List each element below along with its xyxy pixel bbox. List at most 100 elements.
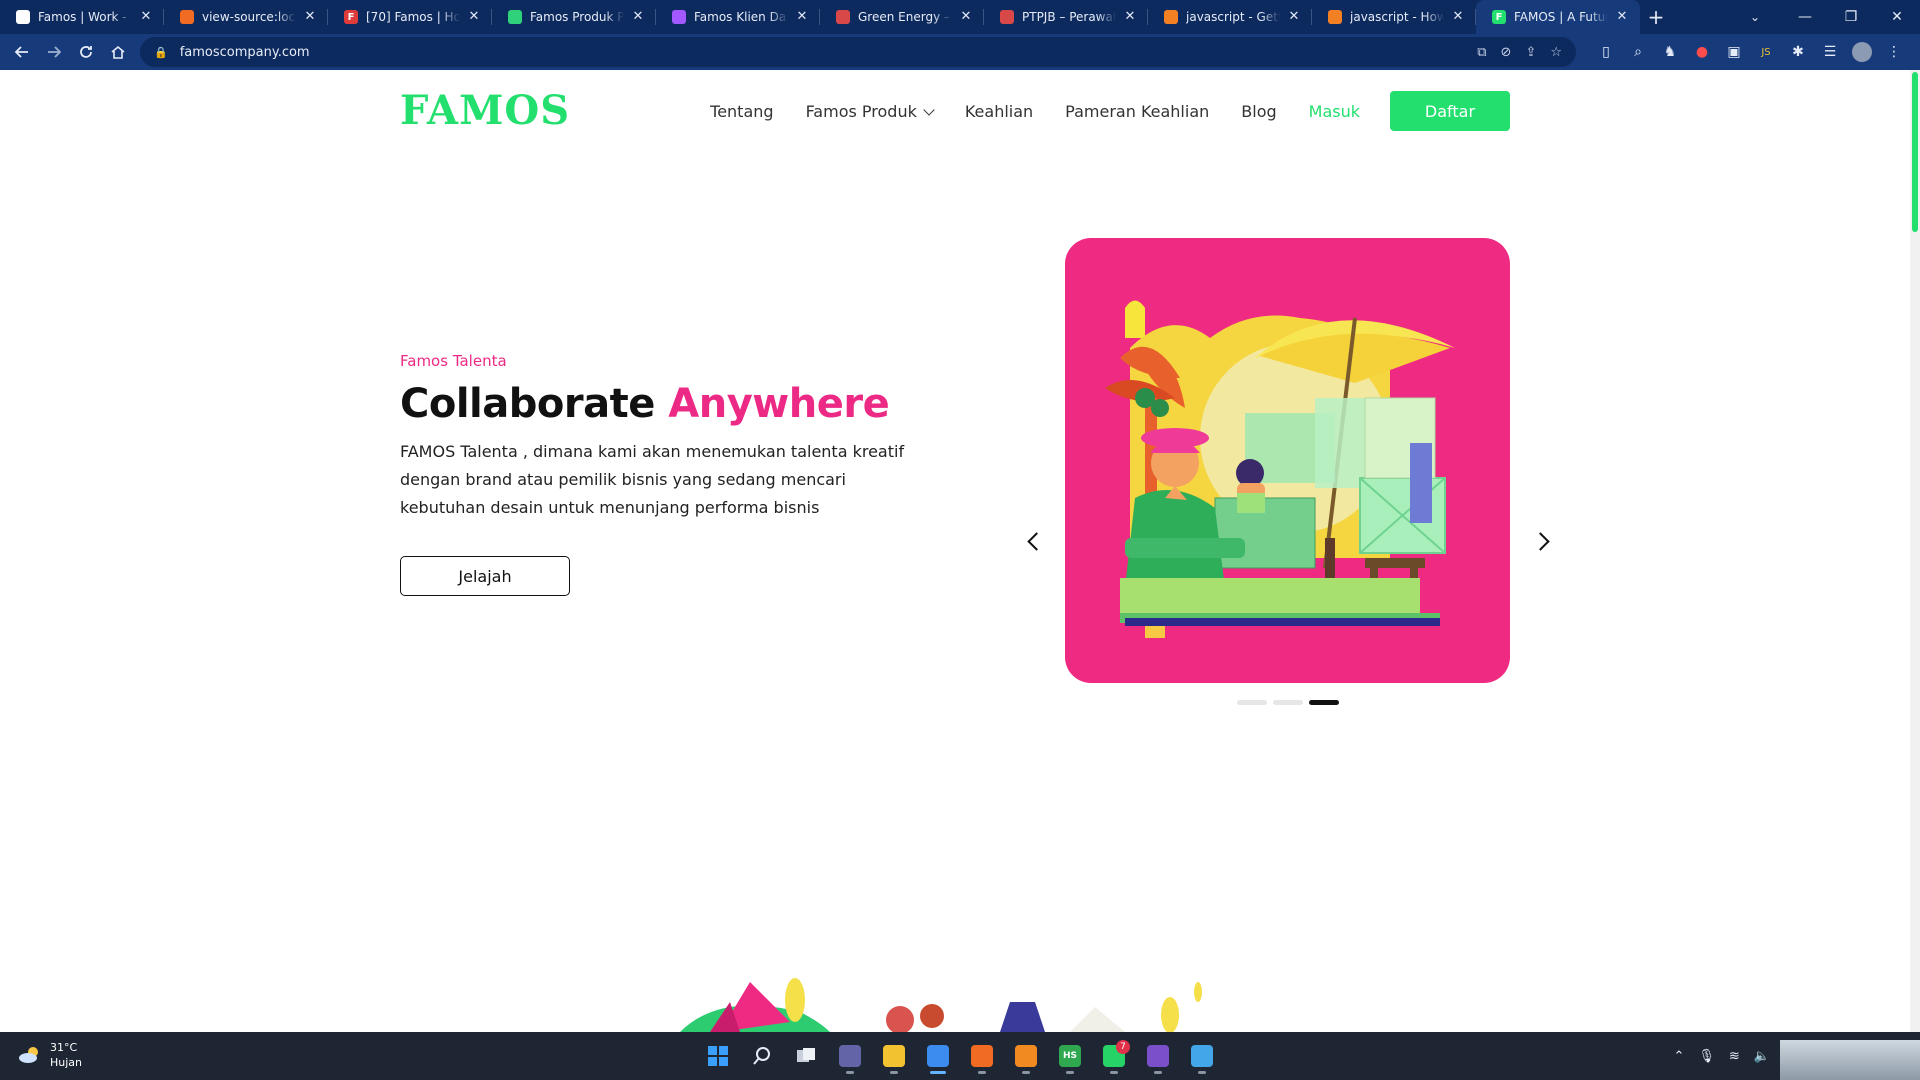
- carousel-dot[interactable]: [1309, 700, 1339, 705]
- close-window-button[interactable]: ✕: [1874, 0, 1920, 34]
- weather-condition: Hujan: [50, 1056, 83, 1069]
- speaker-icon[interactable]: 🔈: [1754, 1049, 1770, 1064]
- translate-icon[interactable]: ⧉: [1477, 45, 1486, 60]
- tab-title: Famos Produk Prototype: [530, 10, 624, 24]
- wifi-icon[interactable]: ≋: [1729, 1049, 1740, 1064]
- carousel-dot[interactable]: [1237, 700, 1267, 705]
- browser-menu-icon[interactable]: ⋮: [1884, 44, 1904, 60]
- extension-red-icon[interactable]: ●: [1692, 44, 1712, 60]
- carousel-slide: [1065, 238, 1510, 683]
- login-link[interactable]: Masuk: [1309, 102, 1360, 121]
- scrollbar-thumb[interactable]: [1912, 72, 1918, 232]
- browser-tab[interactable]: javascript - Getting ✕: [1148, 0, 1312, 34]
- nav-link-blog[interactable]: Blog: [1241, 102, 1276, 121]
- tab-close-icon[interactable]: ✕: [1450, 9, 1466, 25]
- windows-taskbar: 31°C Hujan HS 7 ⌃ 🎙 ≋ 🔈: [0, 1032, 1920, 1080]
- minimize-button[interactable]: —: [1782, 0, 1828, 34]
- tab-favicon-icon: [1000, 10, 1014, 24]
- tray-overflow-chevron-icon[interactable]: ⌃: [1673, 1049, 1684, 1064]
- tracking-protection-icon[interactable]: ⊘: [1501, 45, 1512, 60]
- taskbar-app-file-explorer[interactable]: [876, 1038, 912, 1074]
- notepad-icon: [1191, 1045, 1213, 1067]
- browser-tab[interactable]: F FAMOS | A Future ✕: [1476, 0, 1640, 34]
- famos-logo[interactable]: FAMOS: [400, 90, 570, 132]
- extension-rectangle-icon[interactable]: ▯: [1596, 44, 1616, 60]
- extensions-puzzle-icon[interactable]: ✱: [1788, 44, 1808, 60]
- page-scrollbar[interactable]: [1910, 70, 1920, 1032]
- taskbar-app-sublime-text[interactable]: [1008, 1038, 1044, 1074]
- extensions-area: ▯ ⌕ ♞ ● ▣ JS ✱ ☰ ⋮: [1596, 34, 1904, 70]
- taskbar-app-xampp[interactable]: [964, 1038, 1000, 1074]
- forward-button[interactable]: [38, 36, 70, 68]
- carousel-prev-arrow-icon[interactable]: [1024, 530, 1046, 552]
- taskbar-app-notepad[interactable]: [1184, 1038, 1220, 1074]
- tab-close-icon[interactable]: ✕: [138, 9, 154, 25]
- new-tab-button[interactable]: +: [1640, 0, 1672, 34]
- home-button[interactable]: [102, 36, 134, 68]
- back-arrow-icon: [14, 46, 28, 58]
- browser-tab[interactable]: Famos Produk Prototype ✕: [492, 0, 656, 34]
- file-explorer-icon: [883, 1045, 905, 1067]
- hero-description: FAMOS Talenta , dimana kami akan menemuk…: [400, 442, 905, 517]
- nav-link-famos-produk-label: Famos Produk: [805, 101, 917, 121]
- taskbar-app-github-desktop[interactable]: [1140, 1038, 1176, 1074]
- browser-tab[interactable]: F [70] Famos | Home ✕: [328, 0, 492, 34]
- tab-close-icon[interactable]: ✕: [1614, 9, 1630, 25]
- reload-button[interactable]: [70, 36, 102, 68]
- tab-close-icon[interactable]: ✕: [958, 9, 974, 25]
- browser-tab[interactable]: Famos | Work - Upwork ✕: [0, 0, 164, 34]
- tab-close-icon[interactable]: ✕: [630, 9, 646, 25]
- taskbar-app-whatsapp[interactable]: 7: [1096, 1038, 1132, 1074]
- taskbar-app-teams-chat[interactable]: [832, 1038, 868, 1074]
- reading-list-icon[interactable]: ☰: [1820, 44, 1840, 60]
- tab-close-icon[interactable]: ✕: [794, 9, 810, 25]
- search-icon: [753, 1047, 770, 1065]
- tab-favicon-icon: F: [344, 10, 358, 24]
- tab-search-button[interactable]: ⌄: [1738, 0, 1772, 34]
- back-button[interactable]: [6, 36, 38, 68]
- nav-link-pameran-keahlian[interactable]: Pameran Keahlian: [1065, 102, 1209, 121]
- github-desktop-icon: [1147, 1045, 1169, 1067]
- sublime-text-icon: [1015, 1045, 1037, 1067]
- weather-widget[interactable]: 31°C Hujan: [18, 1040, 82, 1070]
- tab-close-icon[interactable]: ✕: [466, 9, 482, 25]
- extension-window-icon[interactable]: ▣: [1724, 44, 1744, 60]
- nav-link-keahlian[interactable]: Keahlian: [965, 102, 1033, 121]
- address-bar[interactable]: 🔒 famoscompany.com ⧉ ⊘ ⇪ ☆: [140, 37, 1576, 67]
- nav-link-tentang[interactable]: Tentang: [710, 102, 773, 121]
- share-icon[interactable]: ⇪: [1525, 45, 1536, 60]
- microphone-icon[interactable]: 🎙: [1698, 1049, 1715, 1064]
- extension-search-icon[interactable]: ⌕: [1628, 44, 1648, 60]
- signup-button[interactable]: Daftar: [1390, 91, 1510, 131]
- taskbar-app-start[interactable]: [700, 1038, 736, 1074]
- carousel-dot[interactable]: [1273, 700, 1303, 705]
- browser-tab[interactable]: Famos Klien Dashboard ✕: [656, 0, 820, 34]
- taskbar-app-task-view[interactable]: [788, 1038, 824, 1074]
- hero-headline: Collaborate Anywhere: [400, 380, 940, 428]
- browser-tab[interactable]: PTPJB – Perawatan ✕: [984, 0, 1148, 34]
- browser-tab[interactable]: Green Energy – PT ✕: [820, 0, 984, 34]
- extension-js-icon[interactable]: JS: [1756, 47, 1776, 58]
- tab-close-icon[interactable]: ✕: [302, 9, 318, 25]
- system-tray: ⌃ 🎙 ≋ 🔈: [1673, 1032, 1770, 1080]
- extension-figure-icon[interactable]: ♞: [1660, 44, 1680, 60]
- profile-avatar[interactable]: [1852, 42, 1872, 62]
- taskbar-app-hs-app[interactable]: HS: [1052, 1038, 1088, 1074]
- browser-tab[interactable]: view-source:localhost ✕: [164, 0, 328, 34]
- home-icon: [111, 45, 125, 59]
- restore-button[interactable]: ❐: [1828, 0, 1874, 34]
- lock-icon: 🔒: [154, 45, 168, 59]
- tab-close-icon[interactable]: ✕: [1286, 9, 1302, 25]
- tab-favicon-icon: [16, 10, 30, 24]
- taskbar-app-search[interactable]: [744, 1038, 780, 1074]
- browser-tab[interactable]: javascript - How can ✕: [1312, 0, 1476, 34]
- taskbar-app-chrome[interactable]: [920, 1038, 956, 1074]
- explore-button[interactable]: Jelajah: [400, 556, 570, 596]
- nav-link-famos-produk[interactable]: Famos Produk: [805, 101, 935, 121]
- carousel-next-arrow-icon[interactable]: [1532, 530, 1554, 552]
- running-indicator: [890, 1071, 898, 1074]
- chrome-icon: [927, 1045, 949, 1067]
- bookmark-star-icon[interactable]: ☆: [1550, 45, 1562, 60]
- tab-favicon-icon: [180, 10, 194, 24]
- tab-close-icon[interactable]: ✕: [1122, 9, 1138, 25]
